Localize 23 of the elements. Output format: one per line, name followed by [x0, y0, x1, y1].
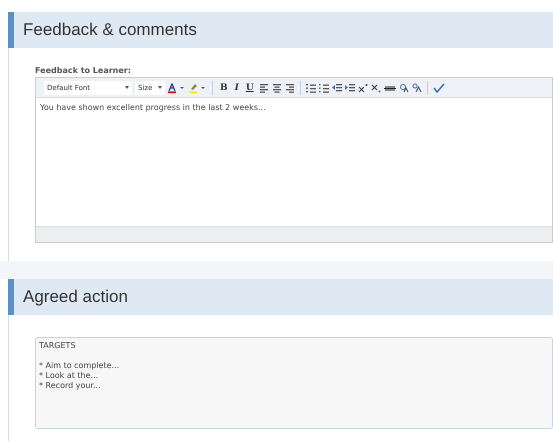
field-label: Feedback to Learner:	[35, 66, 132, 75]
find-icon[interactable]	[398, 82, 409, 92]
superscript-icon[interactable]	[358, 82, 368, 92]
section-title: Agreed action	[23, 287, 128, 307]
format-button[interactable]: U	[244, 82, 256, 92]
numbered-list-icon[interactable]	[306, 82, 316, 92]
text-area[interactable]: TARGETS * Aim to complete... * Look at the... * Record your...	[35, 337, 553, 429]
caret-icon	[125, 86, 129, 89]
editor-text: You have shown excellent progress in the last 2 weeks...	[39, 102, 267, 114]
caret-icon	[158, 86, 162, 89]
bullet-list-icon[interactable]	[318, 82, 329, 92]
replace-icon[interactable]	[412, 82, 422, 92]
subscript-icon[interactable]	[370, 82, 381, 92]
align-right-icon[interactable]	[284, 82, 295, 92]
format-button[interactable]: I	[232, 82, 241, 92]
align-center-icon[interactable]	[272, 82, 282, 92]
outdent-icon[interactable]	[332, 82, 342, 92]
text-color-icon[interactable]	[168, 82, 186, 92]
indent-icon[interactable]	[344, 82, 355, 92]
spellcheck-icon[interactable]	[432, 82, 445, 92]
align-left-icon[interactable]	[258, 82, 269, 92]
section-title: Feedback & comments	[23, 20, 197, 40]
format-button[interactable]: B	[218, 82, 230, 92]
